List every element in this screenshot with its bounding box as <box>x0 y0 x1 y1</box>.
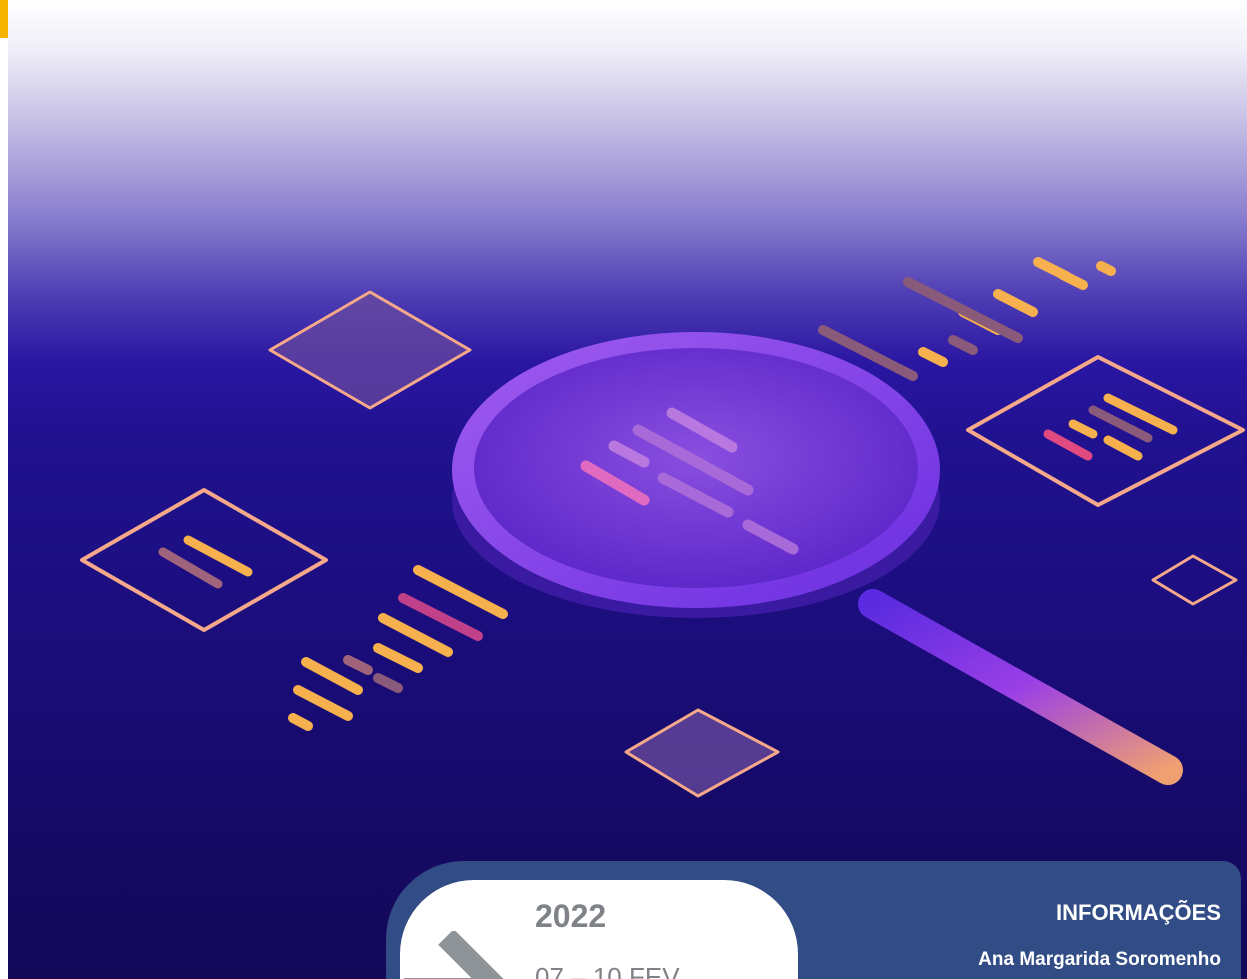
accent-corner-mark <box>0 0 8 38</box>
arrow-right-icon <box>404 931 514 979</box>
bar-cluster-top-right-icon <box>818 257 1116 381</box>
info-title: INFORMAÇÕES <box>1056 900 1221 925</box>
diamond-top-left-icon <box>268 290 472 410</box>
magnifier-lens-icon <box>452 332 940 618</box>
magnifier-handle-icon <box>858 589 1183 785</box>
diamond-left-bars-icon <box>80 488 328 632</box>
diamond-right-bars-icon <box>966 355 1245 507</box>
event-dates: 07 – 10 FEV <box>535 962 680 979</box>
poster-page: 2022 07 – 10 FEV INFORMAÇÕES Ana Margari… <box>0 0 1247 979</box>
bar-cluster-left-icon <box>288 565 508 731</box>
event-year: 2022 <box>535 898 607 934</box>
info-contact-name: Ana Margarida Soromenho <box>978 949 1221 970</box>
magnifying-glass-data-icon <box>80 257 1245 798</box>
hero-illustration <box>8 0 1247 979</box>
diamond-small-right-icon <box>1151 554 1238 606</box>
diamond-bottom-icon <box>624 708 780 798</box>
